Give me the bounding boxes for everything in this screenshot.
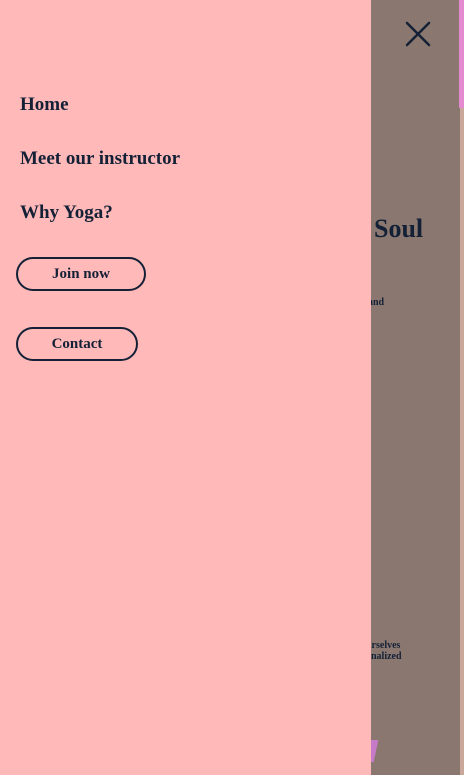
background-text-line: onalized <box>366 651 402 662</box>
background-text-line: urselves <box>366 640 401 651</box>
background-accent <box>459 0 464 108</box>
join-now-button[interactable]: Join now <box>16 257 146 291</box>
close-menu-button[interactable] <box>402 18 434 50</box>
background-headline: Soul <box>374 214 424 243</box>
close-icon <box>405 21 431 47</box>
nav-item-home[interactable]: Home <box>20 94 69 116</box>
background-edge <box>460 0 464 775</box>
page: Soul and urselves onalized Home Meet our… <box>0 0 464 775</box>
nav-item-why-yoga[interactable]: Why Yoga? <box>20 202 113 224</box>
contact-button[interactable]: Contact <box>16 327 138 361</box>
background-text-block: urselves onalized <box>366 640 402 662</box>
nav-item-meet-instructor[interactable]: Meet our instructor <box>20 148 180 170</box>
navigation-drawer: Home Meet our instructor Why Yoga? Join … <box>0 0 371 775</box>
